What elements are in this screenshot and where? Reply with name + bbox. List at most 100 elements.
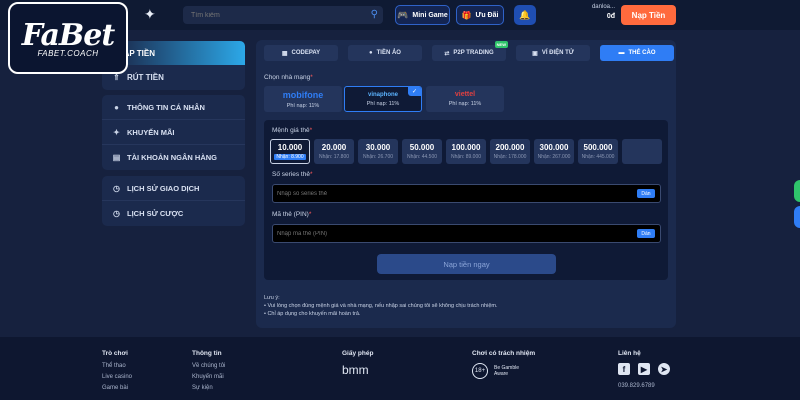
footer-responsible: Chơi có trách nhiệm 18+ Be Gamble Aware [472,350,535,379]
sidebar-item-label: LỊCH SỬ GIAO DỊCH [127,183,200,193]
payment-tabs: ▦ CODEPAY ● TIỀN ẢO ⇄ P2P TRADING NEW ▣ VÍ ĐI… [264,41,674,61]
sidebar-item-label: KHUYẾN MÃI [127,127,175,137]
card-icon: ▬ [618,50,625,56]
brand-logo[interactable]: FaBet FABET.COACH [8,2,128,74]
amount-value: 30.000 [365,143,391,152]
amount-value: 300.000 [539,143,569,152]
youtube-icon[interactable]: ▶ [638,363,650,375]
gamble-aware-logo: Be Gamble Aware [494,365,520,377]
sidebar-item-bet-history[interactable]: ◷ LỊCH SỬ CƯỢC [102,201,245,226]
carrier-viettel[interactable]: viettel Phí nạp: 11% [426,86,504,112]
footer-info: Thông tin Về chúng tôi Khuyến mãi Sự kiệ… [192,350,225,396]
denomination-200000[interactable]: 200.000 Nhận: 178.000 [490,139,530,164]
search-input[interactable] [191,9,361,21]
footer-link[interactable]: Sự kiện [192,385,225,391]
tab-e-wallet[interactable]: ▣ VÍ ĐIỆN TỬ [516,45,590,61]
sidebar-item-profile[interactable]: ● THÔNG TIN CÁ NHÂN [102,95,245,120]
note-line: • Vui lòng chọn đúng mệnh giá và nhà mạn… [264,303,498,309]
tab-p2p-trading[interactable]: ⇄ P2P TRADING NEW [432,41,508,61]
tab-label: THẺ CÀO [628,50,656,56]
denomination-30000[interactable]: 30.000 Nhận: 26.700 [358,139,398,164]
amount-receive: Nhận: 267.000 [537,154,571,160]
denomination-500000[interactable]: 500.000 Nhận: 445.000 [578,139,618,164]
tab-crypto[interactable]: ● TIỀN ẢO [348,45,422,61]
serial-label: Số series thẻ* [272,171,313,178]
tab-scratch-card[interactable]: ▬ THẺ CÀO [600,45,674,61]
check-icon: ✓ [408,87,421,96]
phone-number: 039.829.6789 [618,383,655,389]
footer-link[interactable]: Khuyến mãi [192,374,225,380]
logo-subtitle: FABET.COACH [37,49,99,58]
floating-support-button[interactable] [794,206,800,228]
search-icon[interactable]: ⚲ [371,9,378,20]
mini-game-button[interactable]: 🎮 Mini Game [395,5,450,25]
footer-heading: Thông tin [192,350,222,357]
carrier-fee: Phí nạp: 11% [366,100,400,107]
paste-pin-button[interactable]: Dán [637,229,655,238]
sidebar-item-promotions[interactable]: ✦ KHUYẾN MÃI [102,120,245,145]
amount-receive: Nhận: 17.800 [318,154,350,160]
telegram-icon[interactable]: ➤ [658,363,670,375]
facebook-icon[interactable]: f [618,363,630,375]
footer-license: Giấy phép bmm [342,350,373,377]
footer-link[interactable]: Thể thao [102,363,132,369]
sidebar-item-bank-account[interactable]: ▤ TÀI KHOẢN NGÂN HÀNG [102,145,245,170]
footer-heading: Giấy phép [342,350,374,357]
serial-input[interactable] [277,188,617,200]
denomination-10000[interactable]: 10.000 Nhận: 8.900 [270,139,310,164]
denomination-50000[interactable]: 50.000 Nhận: 44.500 [402,139,442,164]
paste-serial-button[interactable]: Dán [637,189,655,198]
viettel-logo: viettel [454,91,476,98]
notification-bell-icon[interactable]: 🔔 [514,5,536,25]
sidebar-item-transaction-history[interactable]: ◷ LỊCH SỬ GIAO DỊCH [102,176,245,201]
pin-label: Mã thẻ (PIN)* [272,211,312,218]
notes-title: Lưu ý: [264,295,280,301]
bmm-logo: bmm [342,363,369,377]
footer-heading: Liên hệ [618,350,641,357]
history-icon: ◷ [113,209,120,218]
footer-heading: Trò chơi [102,350,128,357]
denomination-100000[interactable]: 100.000 Nhận: 89.000 [446,139,486,164]
sidebar-item-label: LỊCH SỬ CƯỢC [127,209,184,218]
wallet-icon: ▣ [532,50,538,57]
footer-heading: Chơi có trách nhiệm [472,350,536,357]
denomination-empty [622,139,662,164]
star-icon: ✦ [144,6,156,22]
coin-icon: ● [369,50,373,56]
balance: 0đ [606,13,615,20]
denomination-20000[interactable]: 20.000 Nhận: 17.800 [314,139,354,164]
deposit-button[interactable]: Nạp Tiền [621,5,676,25]
amount-receive: Nhận: 26.700 [362,154,394,160]
footer-link[interactable]: Game bài [102,385,132,391]
pin-field[interactable]: Dán [272,224,661,243]
amount-receive: Nhận: 178.000 [493,154,527,160]
age-18-icon: 18+ [472,363,488,379]
tab-codepay[interactable]: ▦ CODEPAY [264,45,338,61]
user-info[interactable]: danloa... 0đ [560,4,615,20]
sidebar-account-group: ● THÔNG TIN CÁ NHÂN ✦ KHUYẾN MÃI ▤ TÀI KHOẢ… [102,95,245,170]
handshake-icon: ✦ [113,127,120,137]
denomination-300000[interactable]: 300.000 Nhận: 267.000 [534,139,574,164]
promo-label: Ưu Đãi [475,11,499,19]
pin-input[interactable] [277,228,617,240]
promo-button[interactable]: 🎁 Ưu Đãi [456,5,504,25]
sidebar-item-label: THÔNG TIN CÁ NHÂN [127,102,205,112]
serial-field[interactable]: Dán [272,184,661,203]
sidebar-item-label: RÚT TIỀN [127,73,164,82]
search-box[interactable]: ⚲ [183,6,383,24]
qr-icon: ▦ [281,50,288,57]
carrier-vinaphone[interactable]: vinaphone Phí nạp: 11% ✓ [344,86,422,112]
sidebar-history-group: ◷ LỊCH SỬ GIAO DỊCH ◷ LỊCH SỬ CƯỢC [102,176,245,226]
username: danloa... [591,4,615,10]
footer-link[interactable]: Live casino [102,374,132,380]
footer-link[interactable]: Về chúng tôi [192,363,225,369]
tab-label: VÍ ĐIỆN TỬ [541,50,574,56]
carrier-mobifone[interactable]: mobifone Phí nạp: 11% [264,86,342,112]
submit-deposit-button[interactable]: Nạp tiền ngay [377,254,556,274]
amount-value: 500.000 [583,143,613,152]
amount-receive: Nhận: 44.500 [406,154,438,160]
amount-receive: Nhận: 445.000 [581,154,615,160]
carrier-label: Chọn nhà mạng* [264,74,313,81]
footer-contact: Liên hệ f ▶ ➤ 039.829.6789 [618,350,678,394]
floating-chat-button[interactable] [794,180,800,202]
